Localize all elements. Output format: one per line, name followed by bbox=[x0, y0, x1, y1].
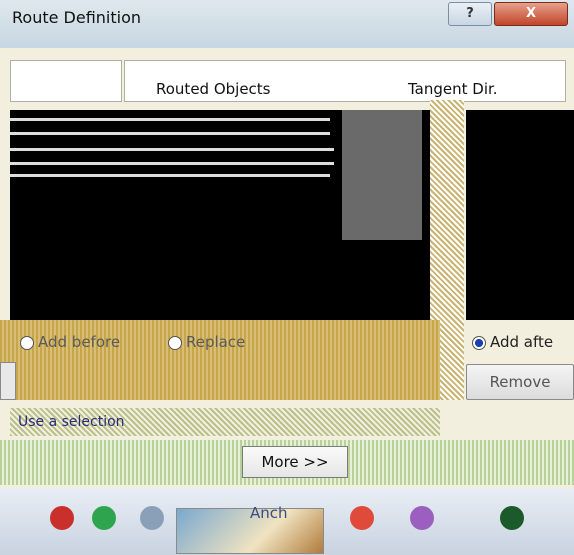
list-item[interactable] bbox=[10, 174, 330, 177]
more-button[interactable]: More >> bbox=[242, 446, 348, 478]
replace-label: Replace bbox=[186, 333, 246, 351]
options-band bbox=[0, 320, 440, 400]
window-title: Route Definition bbox=[12, 8, 142, 27]
column-header-routed-objects[interactable]: Routed Objects bbox=[156, 80, 271, 98]
taskbar-app-icon[interactable] bbox=[350, 506, 374, 530]
taskbar-app-icon[interactable] bbox=[92, 506, 116, 530]
column-header-tangent-dir[interactable]: Tangent Dir. bbox=[408, 80, 498, 98]
taskbar-app-icon[interactable] bbox=[140, 506, 164, 530]
list-item[interactable] bbox=[10, 132, 330, 135]
add-before-label: Add before bbox=[38, 333, 121, 351]
close-button[interactable]: X bbox=[494, 2, 568, 26]
replace-radio[interactable] bbox=[168, 336, 182, 350]
list-item[interactable] bbox=[10, 148, 334, 151]
status-text: Use a selection bbox=[10, 408, 440, 436]
list-scroll-region bbox=[342, 110, 422, 240]
add-before-radio[interactable] bbox=[20, 336, 34, 350]
add-after-label: Add afte bbox=[490, 333, 554, 351]
add-after-radio[interactable] bbox=[472, 336, 486, 350]
remove-button[interactable]: Remove bbox=[466, 364, 574, 400]
list-item[interactable] bbox=[10, 162, 334, 165]
help-button[interactable]: ? bbox=[448, 2, 492, 26]
tangent-dir-list[interactable] bbox=[466, 110, 574, 320]
left-control[interactable] bbox=[0, 362, 16, 400]
list-item[interactable] bbox=[10, 118, 330, 121]
taskbar-app-icon[interactable] bbox=[50, 506, 74, 530]
taskbar-window-label: Anch bbox=[250, 504, 288, 522]
taskbar-app-icon[interactable] bbox=[410, 506, 434, 530]
taskbar-app-icon[interactable] bbox=[500, 506, 524, 530]
left-header-strip bbox=[10, 60, 122, 102]
